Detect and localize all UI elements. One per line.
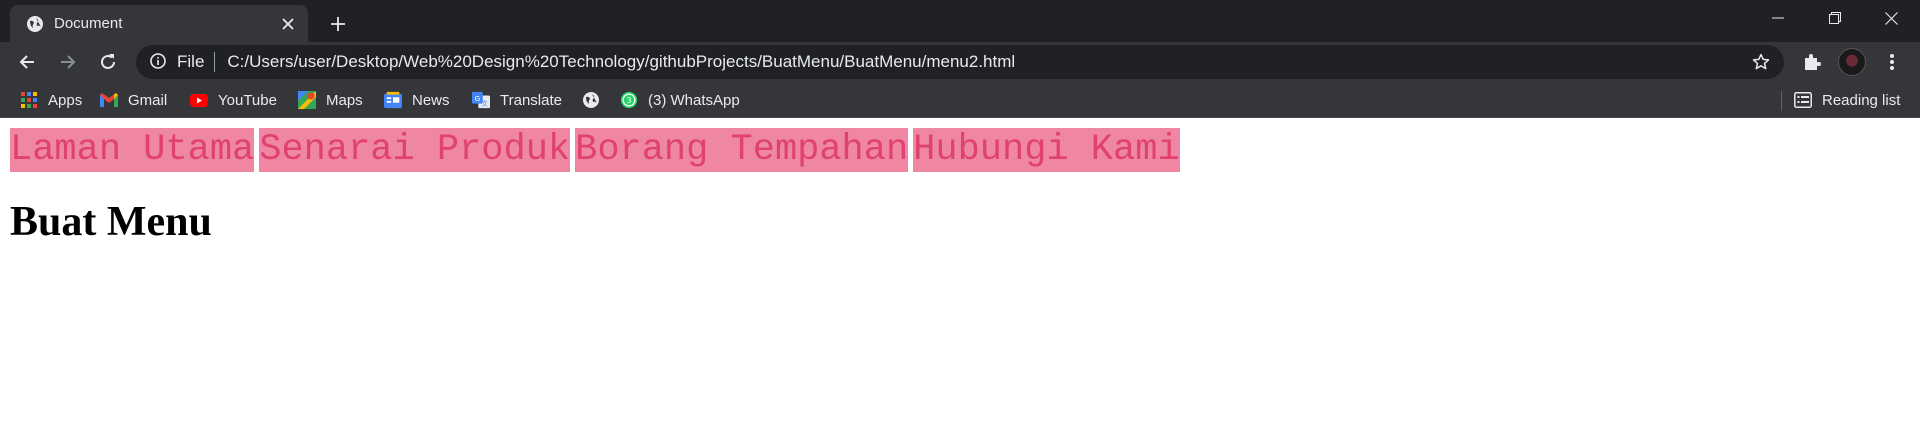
youtube-icon xyxy=(190,91,208,109)
translate-icon: G文 xyxy=(472,91,490,109)
apps-grid-icon xyxy=(20,91,38,109)
bookmark-youtube[interactable]: YouTube xyxy=(182,86,285,114)
page-heading: Buat Menu xyxy=(10,199,212,245)
close-window-button[interactable] xyxy=(1863,0,1920,36)
url-separator xyxy=(214,52,216,72)
tab-close-icon[interactable] xyxy=(278,14,298,34)
bookmark-label: News xyxy=(412,91,450,109)
minimize-button[interactable] xyxy=(1749,0,1806,36)
bookmark-label: (3) WhatsApp xyxy=(648,91,740,109)
menu-item-senarai-produk[interactable]: Senarai Produk xyxy=(259,128,571,172)
bookmark-label: YouTube xyxy=(218,91,277,109)
reload-icon xyxy=(101,54,115,69)
bookmark-gmail[interactable]: Gmail xyxy=(92,86,175,114)
tab-title: Document xyxy=(54,15,123,32)
forward-button[interactable] xyxy=(54,48,82,76)
new-tab-button[interactable] xyxy=(324,10,352,38)
bookmark-news[interactable]: News xyxy=(376,86,458,114)
restore-button[interactable] xyxy=(1806,0,1863,36)
svg-text:G: G xyxy=(475,94,481,103)
reading-list-label: Reading list xyxy=(1822,91,1901,109)
reload-button[interactable] xyxy=(94,48,122,76)
menu-item-laman-utama[interactable]: Laman Utama xyxy=(10,128,255,172)
reading-list-icon xyxy=(1794,91,1812,109)
bookmark-label: Maps xyxy=(326,91,363,109)
maps-icon xyxy=(298,91,316,109)
bookmark-maps[interactable]: Maps xyxy=(290,86,371,114)
bookmark-apps[interactable]: Apps xyxy=(12,86,90,114)
arrow-right-icon xyxy=(61,55,76,69)
kebab-menu-icon[interactable] xyxy=(1880,50,1904,74)
tab-strip: Document xyxy=(0,0,1920,42)
bookmarks-divider xyxy=(1781,91,1782,111)
svg-text:文: 文 xyxy=(481,98,488,107)
news-icon xyxy=(384,91,402,109)
bookmark-star-icon[interactable] xyxy=(1750,51,1772,73)
bookmarks-bar: Apps Gmail YouTube Maps News G文 Translat… xyxy=(0,82,1920,118)
back-button[interactable] xyxy=(13,48,41,76)
bookmark-label: Apps xyxy=(48,91,83,109)
extensions-puzzle-icon[interactable] xyxy=(1800,50,1824,74)
whatsapp-icon: 3 xyxy=(620,91,638,109)
menu-item-borang-tempahan[interactable]: Borang Tempahan xyxy=(575,128,909,172)
bookmark-translate[interactable]: G文 Translate xyxy=(464,86,570,114)
info-icon[interactable] xyxy=(150,53,168,71)
tab-document[interactable]: Document xyxy=(10,5,308,42)
bookmark-whatsapp[interactable]: 3 (3) WhatsApp xyxy=(612,86,748,114)
url-scheme-label: File xyxy=(177,52,205,71)
address-bar[interactable]: File C:/Users/user/Desktop/Web%20Design%… xyxy=(136,45,1784,79)
globe-icon xyxy=(582,91,600,109)
arrow-left-icon xyxy=(19,55,34,69)
bookmark-globe[interactable] xyxy=(574,86,608,114)
gmail-icon xyxy=(100,91,118,109)
profile-avatar[interactable] xyxy=(1838,48,1866,76)
globe-icon xyxy=(26,15,44,33)
bookmark-label: Gmail xyxy=(128,91,168,109)
svg-text:3: 3 xyxy=(626,95,631,105)
reading-list-button[interactable]: Reading list xyxy=(1786,86,1908,114)
browser-toolbar: File C:/Users/user/Desktop/Web%20Design%… xyxy=(0,42,1920,82)
nav-menu: Laman Utama Senarai Produk Borang Tempah… xyxy=(10,128,1180,172)
menu-item-hubungi-kami[interactable]: Hubungi Kami xyxy=(913,128,1180,172)
window-controls xyxy=(1749,0,1920,36)
bookmark-label: Translate xyxy=(500,91,562,109)
url-text[interactable]: C:/Users/user/Desktop/Web%20Design%20Tec… xyxy=(227,52,1750,72)
